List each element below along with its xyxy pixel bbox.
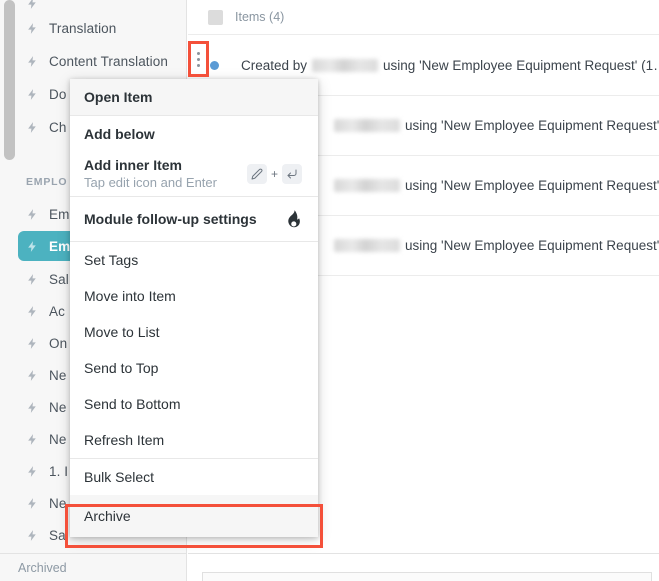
- redacted-user-name: [334, 179, 400, 192]
- sidebar-scrollbar-thumb[interactable]: [4, 0, 15, 160]
- edit-pencil-icon: [247, 164, 267, 184]
- bolt-icon: [26, 399, 39, 416]
- menu-item-label: Move into Item: [84, 288, 176, 304]
- menu-item-module-follow-up-settings[interactable]: Module follow-up settings: [70, 197, 318, 241]
- menu-item-label: Module follow-up settings: [84, 211, 257, 227]
- menu-item-label: Send to Top: [84, 360, 158, 376]
- menu-item-label: Bulk Select: [84, 469, 154, 485]
- flame-icon-svg: [285, 210, 302, 229]
- items-header: Items (4): [188, 0, 659, 35]
- bolt-icon: [26, 0, 39, 12]
- feed-row-suffix: using 'New Employee Equipment Request' (…: [383, 58, 659, 73]
- bottom-right-panel-inner: [202, 572, 652, 581]
- bolt-icon: [26, 431, 39, 448]
- sidebar-item-label: Ne: [49, 400, 66, 415]
- sidebar-scrollbar-track[interactable]: [2, 0, 13, 553]
- sidebar-item-label: Ne: [49, 368, 66, 383]
- app-root: Translation Content Translation Do Ch EM…: [0, 0, 659, 581]
- sidebar-item-label: Sa: [49, 528, 66, 543]
- menu-item-add-below[interactable]: Add below: [70, 116, 318, 152]
- sidebar-item-label: Em: [49, 207, 69, 222]
- menu-item-archive[interactable]: Archive: [70, 495, 318, 537]
- archived-link[interactable]: Archived: [0, 561, 67, 575]
- items-count-label: Items (4): [235, 10, 284, 24]
- feed-row-suffix: using 'New Employee Equipment Request' (…: [405, 238, 659, 253]
- redacted-user-name: [334, 119, 400, 132]
- sidebar-item-content-translation[interactable]: Content Translation: [18, 46, 178, 76]
- sidebar-item-label: Ac: [49, 304, 65, 319]
- kebab-menu-icon[interactable]: [188, 41, 209, 77]
- menu-item-open-item[interactable]: Open Item: [70, 79, 318, 115]
- bottom-right-panel: [188, 553, 659, 581]
- bolt-icon: [26, 367, 39, 384]
- feed-row-suffix: using 'New Employee Equipment Request' (…: [405, 178, 659, 193]
- sidebar-item-label: Do: [49, 87, 66, 102]
- menu-item-sublabel: Tap edit icon and Enter: [84, 175, 217, 191]
- menu-item-add-inner-item[interactable]: Add inner Item Tap edit icon and Enter +: [70, 152, 318, 196]
- bolt-icon: [26, 20, 39, 37]
- menu-item-label: Refresh Item: [84, 432, 164, 448]
- feed-row-text: using 'New Employee Equipment Request' (…: [329, 238, 659, 253]
- bolt-icon: [26, 206, 39, 223]
- kebab-dot: [197, 52, 200, 55]
- bolt-icon: [26, 303, 39, 320]
- sidebar-item-label: Ch: [49, 120, 66, 135]
- bolt-icon: [26, 335, 39, 352]
- sidebar-item-label: Content Translation: [49, 54, 168, 69]
- bottom-bar: Archived: [0, 553, 187, 581]
- bolt-icon: [26, 463, 39, 480]
- bolt-icon: [26, 119, 39, 136]
- menu-item-bulk-select[interactable]: Bulk Select: [70, 459, 318, 495]
- menu-item-set-tags[interactable]: Set Tags: [70, 242, 318, 278]
- status-dot-icon: [210, 61, 219, 70]
- context-menu: Open Item Add below Add inner Item Tap e…: [70, 79, 318, 537]
- menu-item-label: Set Tags: [84, 252, 138, 268]
- menu-item-label: Send to Bottom: [84, 396, 181, 412]
- feed-row-prefix: Created by: [241, 58, 307, 73]
- menu-item-refresh-item[interactable]: Refresh Item: [70, 422, 318, 458]
- plus-symbol: +: [271, 167, 278, 181]
- kebab-dot: [197, 64, 200, 67]
- bolt-icon: [26, 238, 39, 255]
- sidebar-item-label: 1. I: [49, 464, 68, 479]
- flame-icon: [285, 210, 302, 229]
- bolt-icon: [26, 86, 39, 103]
- menu-item-move-to-list[interactable]: Move to List: [70, 314, 318, 350]
- redacted-user-name: [334, 239, 400, 252]
- menu-item-label: Open Item: [84, 89, 152, 105]
- menu-item-send-to-top[interactable]: Send to Top: [70, 350, 318, 386]
- menu-item-label: Archive: [84, 508, 131, 524]
- bolt-icon: [26, 53, 39, 70]
- enter-return-icon: [282, 164, 302, 184]
- menu-item-label: Move to List: [84, 324, 159, 340]
- sidebar-item-label: Translation: [49, 21, 116, 36]
- redacted-user-name: [312, 59, 378, 72]
- sidebar-item-label: Ne: [49, 432, 66, 447]
- sidebar-section-header: EMPLO: [26, 176, 67, 188]
- menu-item-label: Add inner Item: [84, 157, 217, 175]
- feed-row-text: using 'New Employee Equipment Request' (…: [329, 178, 659, 193]
- sidebar-item-label: Sal: [49, 272, 69, 287]
- sidebar-item-label: On: [49, 336, 67, 351]
- bolt-icon: [26, 527, 39, 544]
- sidebar-item-label: Em: [49, 239, 70, 254]
- select-all-checkbox[interactable]: [208, 10, 223, 25]
- feed-row-text: using 'New Employee Equipment Request' (…: [329, 118, 659, 133]
- feed-row-suffix: using 'New Employee Equipment Request' (…: [405, 118, 659, 133]
- menu-item-send-to-bottom[interactable]: Send to Bottom: [70, 386, 318, 422]
- sidebar-item-translation[interactable]: Translation: [18, 13, 178, 43]
- feed-row-text: Created by using 'New Employee Equipment…: [241, 58, 659, 73]
- bolt-icon: [26, 495, 39, 512]
- menu-item-label: Add below: [84, 126, 155, 142]
- sidebar-item-label: Ne: [49, 496, 66, 511]
- bolt-icon: [26, 271, 39, 288]
- kebab-dot: [197, 58, 200, 61]
- menu-item-move-into-item[interactable]: Move into Item: [70, 278, 318, 314]
